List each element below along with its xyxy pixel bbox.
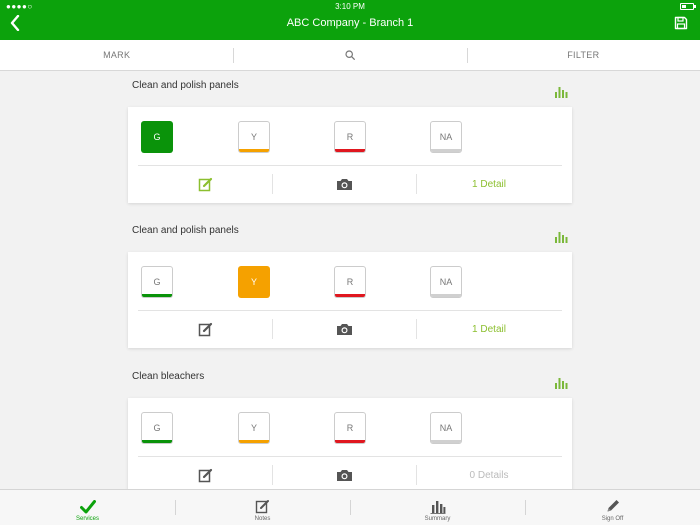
grade-label: R xyxy=(346,132,354,142)
grade-r-button[interactable]: R xyxy=(334,121,366,153)
grade-color-bar xyxy=(142,440,172,443)
section-chart-button[interactable] xyxy=(554,376,568,389)
grade-color-bar xyxy=(142,294,172,297)
grade-y-button[interactable]: Y xyxy=(238,412,270,444)
pencil-icon xyxy=(607,500,619,512)
bar-chart-icon xyxy=(555,87,568,98)
tab-label: Services xyxy=(75,516,99,522)
details-link[interactable]: 1 Detail xyxy=(416,311,562,348)
edit-icon xyxy=(198,322,212,337)
details-link[interactable]: 1 Detail xyxy=(416,166,562,203)
grade-row: G Y R NA xyxy=(128,107,572,165)
toolbar: MARK FILTER xyxy=(0,40,700,71)
grade-r-button[interactable]: R xyxy=(334,266,366,298)
grade-y-button[interactable]: Y xyxy=(238,121,270,153)
camera-icon xyxy=(336,470,352,481)
grade-label: NA xyxy=(439,132,453,142)
camera-icon xyxy=(336,179,352,190)
grade-color-bar xyxy=(431,294,461,297)
grade-y-button[interactable]: Y xyxy=(238,266,270,298)
navigation-bar: ●●●●○ 3:10 PM ABC Company - Branch 1 xyxy=(0,0,700,40)
edit-icon xyxy=(198,468,212,483)
checkmark-icon xyxy=(79,500,96,514)
grade-color-bar xyxy=(431,149,461,152)
camera-icon xyxy=(336,324,352,335)
camera-button[interactable] xyxy=(272,311,416,348)
grade-label: NA xyxy=(439,423,453,433)
tab-label: Notes xyxy=(254,516,271,522)
grade-color-bar xyxy=(239,149,269,152)
edit-note-button[interactable] xyxy=(138,166,272,203)
status-time: 3:10 PM xyxy=(335,2,365,11)
tab-bar: Services Notes Summary Sign Off xyxy=(0,489,700,525)
bar-chart-icon xyxy=(430,501,445,514)
tab-services[interactable]: Services xyxy=(0,490,175,525)
grade-color-bar xyxy=(335,440,365,443)
grade-r-button[interactable]: R xyxy=(334,412,366,444)
floppy-disk-icon xyxy=(674,16,688,30)
grade-row: G Y R NA xyxy=(128,398,572,456)
bar-chart-icon xyxy=(555,232,568,243)
grade-label: Y xyxy=(250,132,257,142)
camera-button[interactable] xyxy=(272,457,416,489)
details-link[interactable]: 0 Details xyxy=(416,457,562,489)
edit-note-button[interactable] xyxy=(138,457,272,489)
notes-icon xyxy=(255,500,269,514)
inspection-card: G Y R NA 1 Detail xyxy=(128,252,572,348)
action-row: 0 Details xyxy=(138,457,562,489)
grade-na-button[interactable]: NA xyxy=(430,121,462,153)
grade-g-button[interactable]: G xyxy=(141,121,173,153)
page-title: ABC Company - Branch 1 xyxy=(286,17,414,29)
section-title: Clean and polish panels xyxy=(132,80,239,91)
section-title: Clean and polish panels xyxy=(132,225,239,236)
grade-color-bar xyxy=(335,149,365,152)
save-button[interactable] xyxy=(674,16,688,30)
mark-button[interactable]: MARK xyxy=(0,40,233,70)
grade-g-button[interactable]: G xyxy=(141,266,173,298)
grade-label: R xyxy=(346,423,354,433)
camera-button[interactable] xyxy=(272,166,416,203)
bar-chart-icon xyxy=(555,378,568,389)
search-icon xyxy=(345,50,355,60)
inspection-card: G Y R NA 0 Details xyxy=(128,398,572,489)
edit-icon xyxy=(198,177,212,192)
tab-summary[interactable]: Summary xyxy=(350,490,525,525)
grade-row: G Y R NA xyxy=(128,252,572,310)
action-row: 1 Detail xyxy=(138,166,562,203)
filter-button[interactable]: FILTER xyxy=(466,40,700,70)
edit-note-button[interactable] xyxy=(138,311,272,348)
grade-label: G xyxy=(153,423,161,433)
grade-label: NA xyxy=(439,277,453,287)
section-chart-button[interactable] xyxy=(554,230,568,243)
tab-label: Sign Off xyxy=(601,516,624,522)
grade-na-button[interactable]: NA xyxy=(430,412,462,444)
section-title: Clean bleachers xyxy=(132,371,205,382)
battery-icon xyxy=(680,3,696,10)
checklist: Clean and polish panels G Y R NA 1 Detail C… xyxy=(0,71,700,489)
grade-label: R xyxy=(346,277,354,287)
tab-label: Summary xyxy=(424,516,451,522)
tab-notes[interactable]: Notes xyxy=(175,490,350,525)
grade-label: Y xyxy=(250,423,257,433)
action-row: 1 Detail xyxy=(138,311,562,348)
grade-color-bar xyxy=(335,294,365,297)
grade-label: G xyxy=(153,277,161,287)
tab-sign-off[interactable]: Sign Off xyxy=(525,490,700,525)
grade-g-button[interactable]: G xyxy=(141,412,173,444)
inspection-card: G Y R NA 1 Detail xyxy=(128,107,572,203)
grade-na-button[interactable]: NA xyxy=(430,266,462,298)
section-chart-button[interactable] xyxy=(554,85,568,98)
grade-color-bar xyxy=(431,440,461,443)
search-button[interactable] xyxy=(233,40,466,70)
grade-color-bar xyxy=(239,440,269,443)
